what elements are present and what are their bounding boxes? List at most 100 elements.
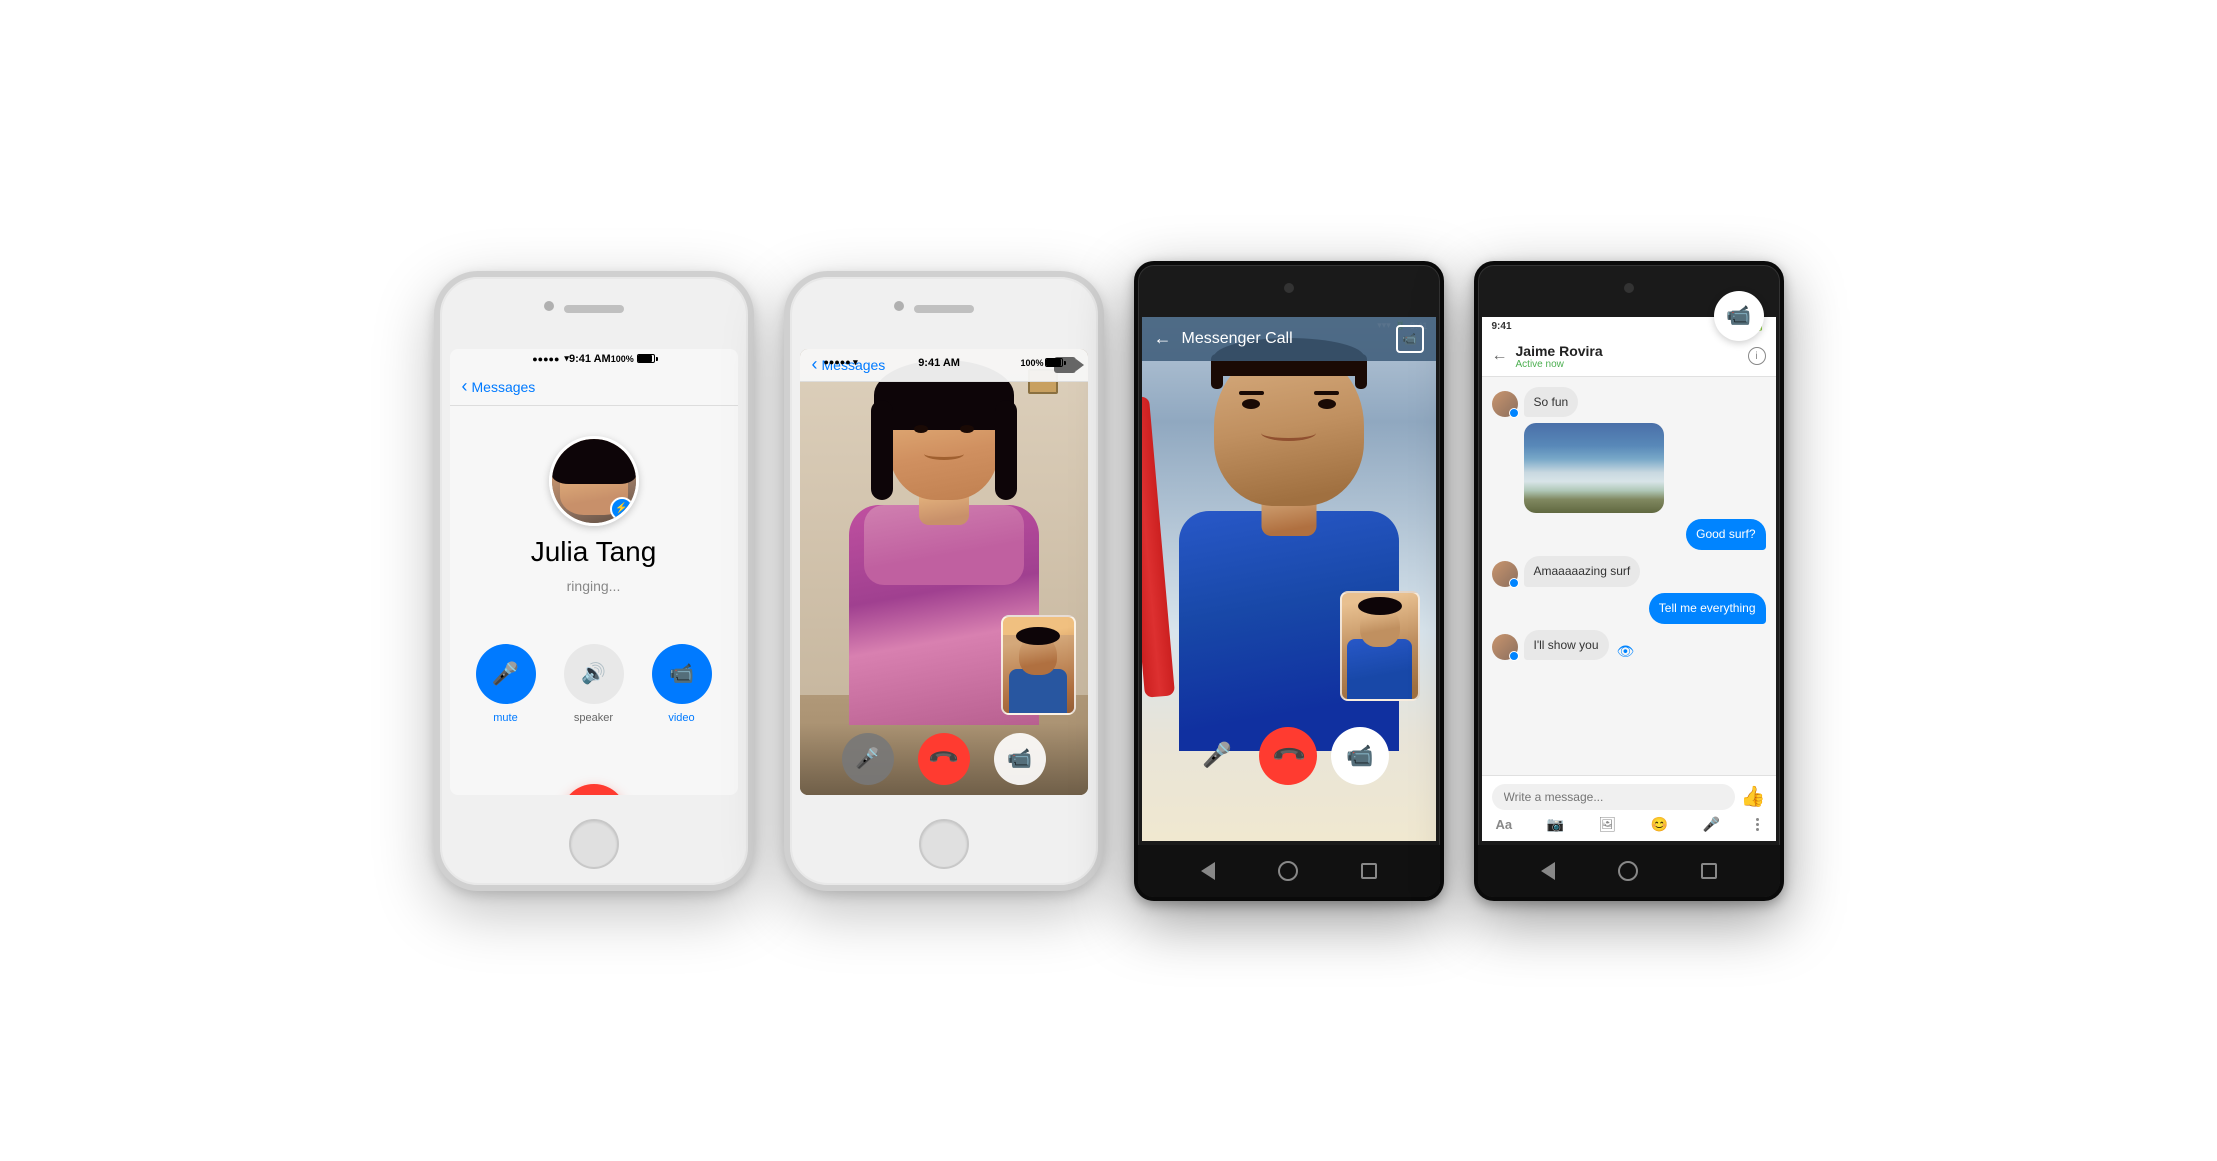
android-nav-bar-2: [1478, 845, 1780, 897]
image-toolbar-icon[interactable]: 🖼: [1598, 816, 1616, 833]
self-view-body-a: [1347, 639, 1412, 699]
speaker-control[interactable]: 🔊 speaker: [564, 644, 624, 724]
sender-avatar-4: [1492, 561, 1518, 587]
contact-avatar: ⚡: [549, 436, 639, 526]
video-call-fab[interactable]: 📹: [1714, 291, 1764, 341]
chat-toolbar: Aa 📷 🖼 😊 🎤: [1492, 816, 1766, 833]
self-view-thumbnail: [1001, 615, 1076, 715]
camera-button-video[interactable]: 📹: [994, 733, 1046, 785]
android-video-icon[interactable]: 📹: [1396, 325, 1424, 353]
microphone-icon: 🎤: [492, 661, 519, 687]
home-button-2[interactable]: [919, 819, 969, 869]
speaker-top-2: [914, 305, 974, 313]
android-chat-screen: 9:41 ▾▾▾🔋 ← Jaime Rovira Active now i: [1482, 317, 1776, 841]
eyes: [914, 425, 974, 433]
ios-nav-bar-1: ‹ Messages: [450, 369, 738, 406]
image-bubble-sea: [1524, 423, 1664, 513]
battery-2: 100%: [1020, 358, 1063, 368]
messenger-icon: ⚡: [615, 503, 627, 514]
message-1: So fun: [1492, 387, 1766, 418]
more-options-icon[interactable]: [1754, 816, 1761, 833]
mute-icon-video: 🎤: [855, 746, 880, 771]
android-cam-icon: 📹: [1346, 743, 1373, 769]
android-recents-nav-2[interactable]: [1699, 861, 1719, 881]
android-recents-nav[interactable]: [1359, 861, 1379, 881]
android-smile: [1261, 425, 1316, 441]
android-eyes: [1242, 399, 1336, 409]
android-self-view: [1340, 591, 1420, 701]
bubble-5: Tell me everything: [1649, 593, 1766, 624]
chat-time: 9:41: [1492, 321, 1512, 332]
camera-top-1: [544, 301, 554, 311]
hair-left: [871, 400, 893, 500]
signal-dots-2: ●●●●● ▾: [824, 357, 858, 368]
android-home-nav-2[interactable]: [1618, 861, 1638, 881]
chat-back-arrow[interactable]: ←: [1492, 347, 1508, 365]
message-6: I'll show you 👁: [1492, 630, 1766, 661]
camera-top-3: [1284, 283, 1294, 293]
call-controls: 🎤 mute 🔊 speaker 📹: [476, 644, 712, 724]
bubble-3: Good surf?: [1686, 519, 1765, 550]
android-self-view-person: [1342, 593, 1418, 699]
android-end-icon: 📞: [1270, 737, 1308, 775]
video-control[interactable]: 📹 video: [652, 644, 712, 724]
status-overlay-2: ●●●●● ▾ 9:41 AM 100%: [800, 349, 1088, 377]
android-1: ▾▾▾ 🔋 9:41 ← Messenger Call 📹: [1134, 261, 1444, 901]
smile: [924, 448, 964, 460]
camera-toolbar-icon[interactable]: 📷: [1547, 816, 1564, 833]
android-end-button[interactable]: 📞: [1259, 727, 1317, 785]
android-back-nav[interactable]: [1198, 861, 1218, 881]
iphone-1: ●●●●● ▾ 9:41 AM 100% ‹ Messages: [434, 271, 754, 891]
video-fab-icon: 📹: [1726, 303, 1751, 328]
call-status-1: ringing...: [567, 578, 621, 594]
speaker-icon: 🔊: [581, 661, 606, 686]
video-person-head: [889, 380, 999, 500]
contact-name-1: Julia Tang: [531, 536, 657, 568]
android-top-overlay: ▾▾▾ 🔋 9:41 ← Messenger Call 📹: [1142, 317, 1436, 335]
eyebrows: [1239, 391, 1339, 395]
chat-send-icon[interactable]: 👍: [1741, 784, 1766, 809]
back-button-1[interactable]: ‹ Messages: [462, 377, 536, 397]
chat-input-field[interactable]: [1492, 784, 1735, 810]
android-2: 📹 9:41 ▾▾▾🔋 ← Jaime Rovira Active now: [1474, 261, 1784, 901]
hair-right: [995, 400, 1017, 500]
self-view-body: [1009, 669, 1067, 715]
end-call-button[interactable]: 📞: [561, 784, 627, 795]
call-avatar-area: ⚡ Julia Tang ringing... 🎤 mute: [476, 406, 712, 795]
android-back-nav-2[interactable]: [1538, 861, 1558, 881]
battery-1: 100%: [611, 354, 655, 364]
speaker-label: speaker: [574, 712, 613, 724]
message-text-6: I'll show you: [1534, 638, 1599, 652]
message-text-1: So fun: [1534, 395, 1569, 409]
messenger-badge-small-4: [1509, 578, 1519, 588]
message-4: Amaaaaazing surf: [1492, 556, 1766, 587]
mic-toolbar-icon[interactable]: 🎤: [1703, 816, 1720, 833]
chat-contact-info: Jaime Rovira Active now: [1516, 343, 1740, 370]
android-mic-icon: 🎤: [1202, 741, 1232, 770]
video-label: video: [668, 712, 694, 724]
time-2: 9:41 AM: [918, 357, 960, 369]
android-call-controls: 🎤 📞 📹: [1142, 727, 1436, 785]
text-format-icon[interactable]: Aa: [1496, 817, 1513, 832]
home-button-1[interactable]: [569, 819, 619, 869]
chat-contact-name: Jaime Rovira: [1516, 343, 1740, 359]
android-mute-button[interactable]: 🎤: [1188, 727, 1246, 785]
speaker-circle[interactable]: 🔊: [564, 644, 624, 704]
info-icon-chat[interactable]: i: [1748, 347, 1766, 365]
mute-circle[interactable]: 🎤: [476, 644, 536, 704]
end-call-button-video[interactable]: 📞: [918, 733, 970, 785]
chat-nav-bar: ← Jaime Rovira Active now i: [1482, 337, 1776, 377]
android-call-title: Messenger Call: [1182, 330, 1386, 348]
android-home-nav[interactable]: [1278, 861, 1298, 881]
android-nav-bar-1: [1138, 845, 1440, 897]
android-camera-button[interactable]: 📹: [1331, 727, 1389, 785]
self-view-head: [1019, 635, 1057, 675]
video-circle[interactable]: 📹: [652, 644, 712, 704]
emoji-toolbar-icon[interactable]: 😊: [1651, 816, 1668, 833]
back-label-1: Messages: [472, 379, 536, 395]
message-text-4: Amaaaaazing surf: [1534, 564, 1631, 578]
camera-top-4: [1624, 283, 1634, 293]
android-back-arrow[interactable]: ←: [1154, 328, 1172, 349]
mute-button-video[interactable]: 🎤: [842, 733, 894, 785]
mute-control[interactable]: 🎤 mute: [476, 644, 536, 724]
